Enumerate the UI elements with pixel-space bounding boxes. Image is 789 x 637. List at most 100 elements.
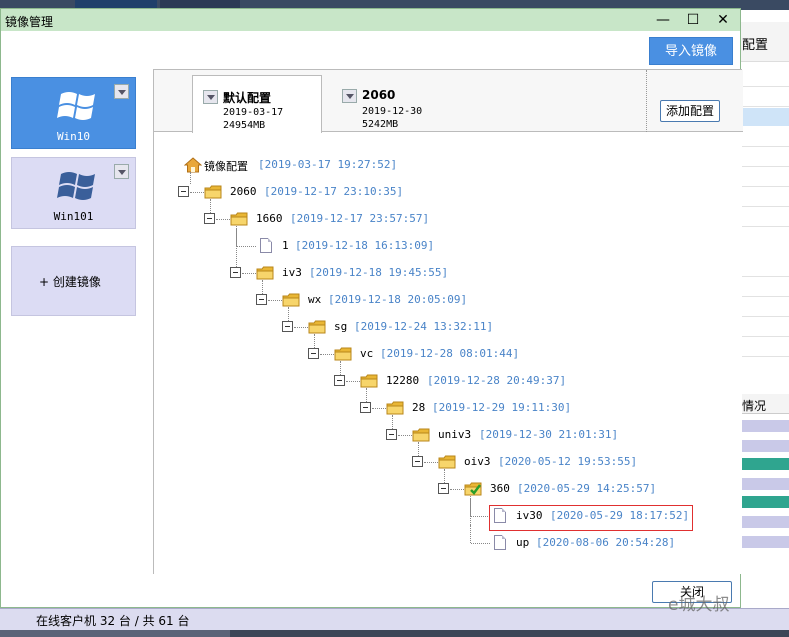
folder-icon [256,266,274,280]
dialog-title: 镜像管理 [5,15,54,29]
status-text: 在线客户机 32 台 / 共 61 台 [36,614,190,628]
tree-node-timestamp: [2019-12-30 21:01:31] [479,428,619,441]
create-image-label: + 创建镜像 [39,275,101,289]
chevron-down-icon[interactable] [114,84,129,99]
collapse-icon[interactable] [412,456,423,467]
watermark: e城大叔 [668,595,730,615]
home-icon [183,157,203,176]
tree-node-timestamp: [2019-12-18 19:45:55] [309,266,449,279]
folder-icon [334,347,352,361]
minimize-button[interactable]: — [649,9,677,31]
tree-node-label: univ3 [438,428,472,441]
tree-node-label: 1 [282,239,289,252]
image-name: Win10 [56,130,91,143]
tree-node-label: 360 [490,482,510,495]
tab-2060[interactable]: 2060 2019-12-30 5242MB [332,75,462,133]
image-card-win10[interactable]: Win10 [11,77,136,149]
folder-check-icon [464,482,482,496]
folder-icon [204,185,222,199]
tree-connector [424,462,438,463]
tree-connector [470,498,471,516]
tree-node-timestamp: [2019-12-18 16:13:09] [295,239,435,252]
tree-node-timestamp: [2020-05-29 14:25:57] [517,482,657,495]
collapse-icon[interactable] [334,375,345,386]
tree-connector [470,525,471,543]
image-card-win101[interactable]: Win101 [11,157,136,229]
file-icon [494,535,506,550]
background-column-header: 情况 [740,394,789,414]
collapse-icon[interactable] [204,213,215,224]
add-config-button[interactable]: 添加配置 [660,100,720,122]
collapse-icon[interactable] [386,429,397,440]
windows-logo-icon [57,172,95,200]
windows-logo-icon [57,92,95,120]
tree-connector [237,246,256,247]
tree-node-timestamp: [2019-12-17 23:10:35] [264,185,404,198]
chevron-down-icon[interactable] [342,89,357,103]
tree-node-timestamp: [2019-12-29 19:11:30] [432,401,572,414]
folder-icon [360,374,378,388]
tree-node-timestamp: [2020-05-12 19:53:55] [498,455,638,468]
folder-icon [438,455,456,469]
tree-node-label: wx [308,293,322,306]
tree-connector [268,300,282,301]
maximize-button[interactable]: ☐ [679,9,707,31]
tree-node-label: oiv3 [464,455,491,468]
tree-node-label: 镜像配置 [204,160,248,173]
tab-size: 24954MB [223,120,266,131]
collapse-icon[interactable] [282,321,293,332]
tree-connector [294,327,308,328]
tree-connector [236,228,237,246]
collapse-icon[interactable] [230,267,241,278]
tree-node-label: sg [334,320,348,333]
collapse-icon[interactable] [178,186,189,197]
tree-connector [320,354,334,355]
tab-date: 2019-12-30 [362,106,423,117]
tree-connector [450,489,464,490]
tree-node-timestamp: [2020-08-06 20:54:28] [536,536,676,549]
file-icon [260,238,272,253]
tree-connector [242,273,256,274]
tree-node-label: vc [360,347,374,360]
taskbar [0,630,789,637]
collapse-icon[interactable] [360,402,371,413]
tab-date: 2019-03-17 [223,107,284,118]
collapse-icon[interactable] [308,348,319,359]
tree-connector [398,435,412,436]
highlight-box [489,505,693,531]
background-table: 配置 情况 [740,10,789,608]
tab-default-config[interactable]: 默认配置 2019-03-17 24954MB [192,75,322,133]
tree-node-label: 2060 [230,185,257,198]
tree-connector [471,543,490,544]
tree-connector [216,219,230,220]
tree-node-label: 28 [412,401,426,414]
tree-node-label: 1660 [256,212,283,225]
background-header: 配置 [740,22,789,62]
tree-node-label: 12280 [386,374,420,387]
collapse-icon[interactable] [256,294,267,305]
import-image-button[interactable]: 导入镜像 [649,37,733,65]
folder-icon [386,401,404,415]
chevron-down-icon[interactable] [114,164,129,179]
tree-connector [190,192,204,193]
tab-title: 默认配置 [223,91,272,105]
config-tabs: 默认配置 2019-03-17 24954MB 2060 2019-12-30 … [154,70,743,133]
tree-node-timestamp: [2019-12-24 13:32:11] [354,320,494,333]
tab-size: 5242MB [362,119,399,130]
folder-icon [230,212,248,226]
tree-connector [346,381,360,382]
tree-node-timestamp: [2019-12-28 08:01:44] [380,347,520,360]
close-window-button[interactable]: ✕ [709,9,737,31]
tree-node-timestamp: [2019-12-18 20:05:09] [328,293,468,306]
tree-connector [372,408,386,409]
divider [646,70,647,132]
create-image-button[interactable]: + 创建镜像 [11,246,136,316]
tree-connector [471,516,490,517]
collapse-icon[interactable] [438,483,449,494]
folder-icon [282,293,300,307]
chevron-down-icon[interactable] [203,90,218,104]
tree-node-label: up [516,536,530,549]
image-name: Win101 [53,210,94,223]
title-bar: 镜像管理 — ☐ ✕ [1,9,740,31]
tree-connector [190,172,191,184]
